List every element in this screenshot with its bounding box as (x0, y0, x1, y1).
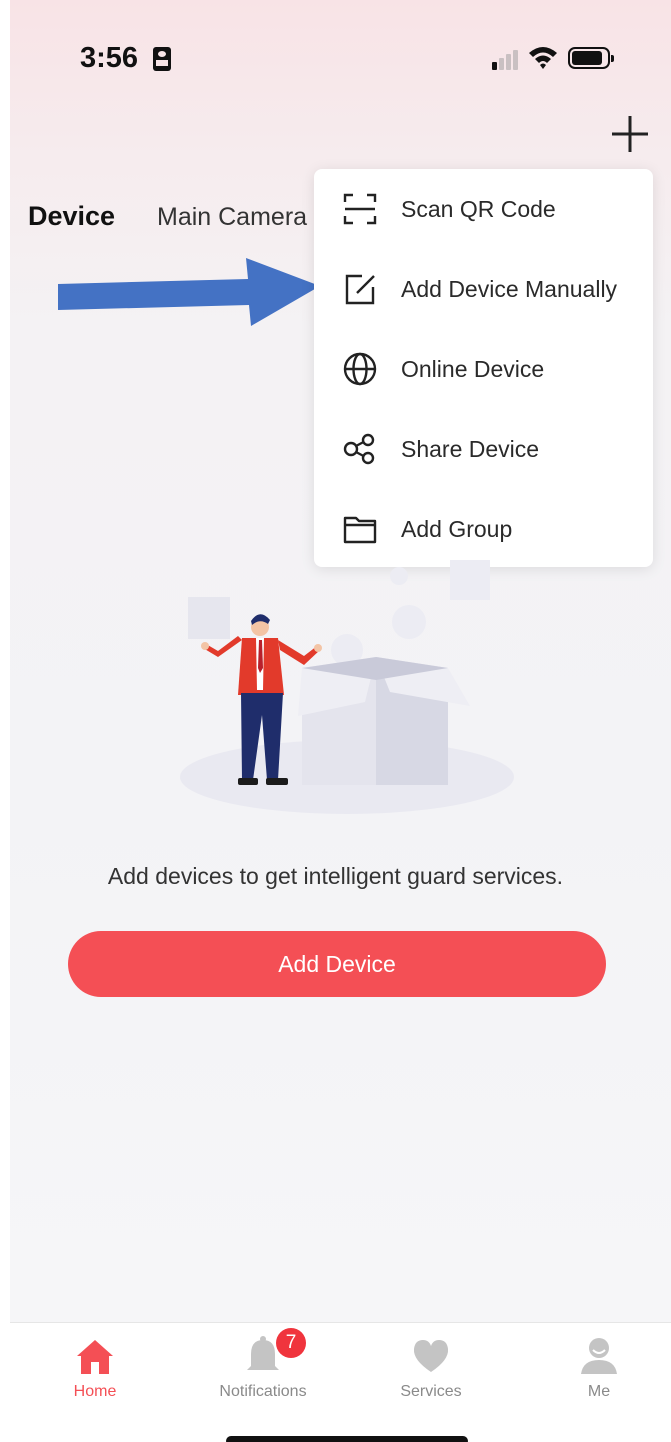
tab-label: Services (400, 1383, 462, 1400)
menu-item-label: Share Device (401, 436, 540, 462)
globe-icon (343, 352, 377, 386)
menu-item-share-device[interactable]: Share Device (314, 409, 653, 489)
heart-icon (413, 1340, 449, 1372)
menu-item-scan-qr-code[interactable]: Scan QR Code (314, 169, 653, 249)
cellular-signal-icon (482, 48, 522, 70)
empty-state-message: Add devices to get intelligent guard ser… (107, 863, 564, 889)
home-icon (77, 1340, 113, 1374)
wifi-icon (529, 47, 557, 69)
battery-icon (568, 47, 614, 69)
edit-square-icon (345, 274, 375, 305)
empty-devices-illustration (180, 560, 514, 814)
menu-item-add-device-manually[interactable]: Add Device Manually (314, 249, 653, 329)
tab-main-camera[interactable]: Main Camera (157, 203, 307, 232)
add-plus-button[interactable] (610, 114, 650, 154)
annotation-arrow (58, 258, 320, 326)
menu-item-label: Add Device Manually (401, 276, 618, 302)
menu-item-label: Online Device (401, 356, 545, 382)
add-menu-dropdown: Scan QR Code Add Device Manually Online … (314, 169, 653, 567)
menu-item-label: Scan QR Code (401, 196, 556, 222)
tab-label: Notifications (219, 1383, 307, 1400)
home-indicator (226, 1436, 468, 1442)
menu-item-label: Add Group (401, 516, 513, 542)
menu-item-online-device[interactable]: Online Device (314, 329, 653, 409)
person-icon (581, 1338, 617, 1374)
tab-label: Me (587, 1383, 611, 1400)
notification-count-badge: 7 (276, 1328, 306, 1358)
scan-qr-icon (343, 193, 377, 225)
share-icon (343, 433, 375, 465)
add-device-button[interactable]: Add Device (68, 931, 606, 997)
tab-device[interactable]: Device (28, 201, 115, 232)
tab-label: Home (73, 1383, 117, 1400)
status-time: 3:56 (80, 42, 139, 74)
contact-card-icon (153, 47, 171, 71)
